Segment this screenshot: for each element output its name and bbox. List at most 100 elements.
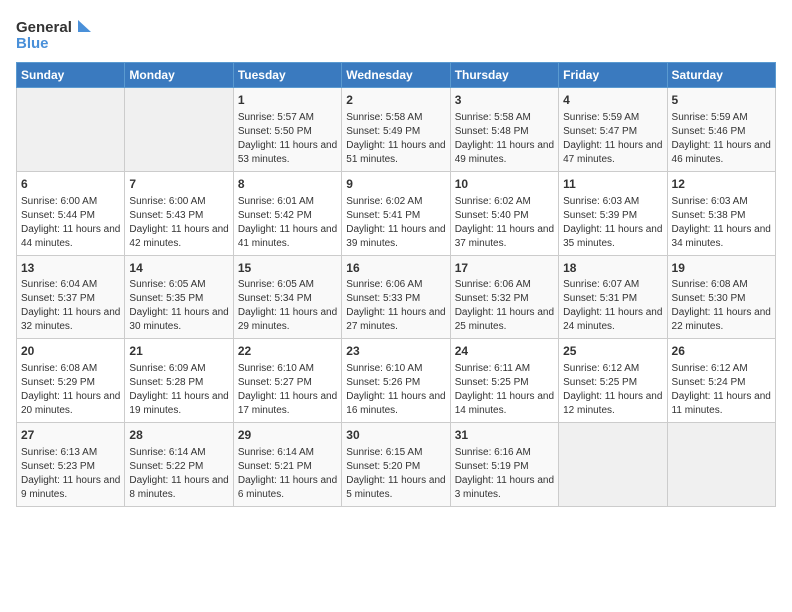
day-number: 23 bbox=[346, 343, 445, 360]
calendar-cell: 21 Sunrise: 6:09 AMSunset: 5:28 PMDayligh… bbox=[125, 339, 233, 423]
day-info: Sunrise: 6:02 AMSunset: 5:40 PMDaylight:… bbox=[455, 195, 554, 251]
week-row-4: 20 Sunrise: 6:08 AMSunset: 5:29 PMDayligh… bbox=[17, 339, 776, 423]
day-number: 3 bbox=[455, 92, 554, 109]
calendar-cell: 25 Sunrise: 6:12 AMSunset: 5:25 PMDayligh… bbox=[559, 339, 667, 423]
calendar-cell: 24Sunrise: 6:11 AMSunset: 5:25 PMDayligh… bbox=[450, 339, 558, 423]
calendar-cell: 26 Sunrise: 6:12 AMSunset: 5:24 PMDayligh… bbox=[667, 339, 775, 423]
calendar-cell: 12 Sunrise: 6:03 AMSunset: 5:38 PMDayligh… bbox=[667, 171, 775, 255]
calendar-cell: 27Sunrise: 6:13 AMSunset: 5:23 PMDayligh… bbox=[17, 423, 125, 507]
header-row: SundayMondayTuesdayWednesdayThursdayFrid… bbox=[17, 63, 776, 88]
calendar-cell: 18Sunrise: 6:07 AMSunset: 5:31 PMDayligh… bbox=[559, 255, 667, 339]
calendar-cell: 14Sunrise: 6:05 AMSunset: 5:35 PMDayligh… bbox=[125, 255, 233, 339]
day-number: 14 bbox=[129, 260, 228, 277]
calendar-cell: 29 Sunrise: 6:14 AMSunset: 5:21 PMDayligh… bbox=[233, 423, 341, 507]
day-number: 16 bbox=[346, 260, 445, 277]
day-info: Sunrise: 6:14 AMSunset: 5:22 PMDaylight:… bbox=[129, 446, 228, 502]
day-number: 25 bbox=[563, 343, 662, 360]
day-header-wednesday: Wednesday bbox=[342, 63, 450, 88]
day-number: 6 bbox=[21, 176, 120, 193]
day-number: 29 bbox=[238, 427, 337, 444]
calendar-cell: 20 Sunrise: 6:08 AMSunset: 5:29 PMDayligh… bbox=[17, 339, 125, 423]
day-info: Sunrise: 6:01 AMSunset: 5:42 PMDaylight:… bbox=[238, 195, 337, 251]
day-info: Sunrise: 6:12 AMSunset: 5:25 PMDaylight:… bbox=[563, 362, 662, 418]
day-number: 1 bbox=[238, 92, 337, 109]
day-info: Sunrise: 6:02 AMSunset: 5:41 PMDaylight:… bbox=[346, 195, 445, 251]
day-number: 24 bbox=[455, 343, 554, 360]
day-info: Sunrise: 6:06 AMSunset: 5:33 PMDaylight:… bbox=[346, 278, 445, 334]
calendar-cell bbox=[125, 88, 233, 172]
day-number: 18 bbox=[563, 260, 662, 277]
day-info: Sunrise: 6:09 AMSunset: 5:28 PMDaylight:… bbox=[129, 362, 228, 418]
day-info: Sunrise: 6:10 AMSunset: 5:27 PMDaylight:… bbox=[238, 362, 337, 418]
calendar-cell: 10Sunrise: 6:02 AMSunset: 5:40 PMDayligh… bbox=[450, 171, 558, 255]
day-header-saturday: Saturday bbox=[667, 63, 775, 88]
week-row-2: 6 Sunrise: 6:00 AMSunset: 5:44 PMDaylight… bbox=[17, 171, 776, 255]
day-number: 19 bbox=[672, 260, 771, 277]
day-number: 13 bbox=[21, 260, 120, 277]
day-info: Sunrise: 5:59 AMSunset: 5:47 PMDaylight:… bbox=[563, 111, 662, 167]
calendar-cell: 22 Sunrise: 6:10 AMSunset: 5:27 PMDayligh… bbox=[233, 339, 341, 423]
calendar-cell: 17Sunrise: 6:06 AMSunset: 5:32 PMDayligh… bbox=[450, 255, 558, 339]
calendar-cell: 6 Sunrise: 6:00 AMSunset: 5:44 PMDaylight… bbox=[17, 171, 125, 255]
day-number: 22 bbox=[238, 343, 337, 360]
day-number: 20 bbox=[21, 343, 120, 360]
day-header-monday: Monday bbox=[125, 63, 233, 88]
calendar-cell bbox=[559, 423, 667, 507]
calendar-cell: 4 Sunrise: 5:59 AMSunset: 5:47 PMDaylight… bbox=[559, 88, 667, 172]
day-info: Sunrise: 6:08 AMSunset: 5:29 PMDaylight:… bbox=[21, 362, 120, 418]
day-number: 12 bbox=[672, 176, 771, 193]
calendar-cell bbox=[17, 88, 125, 172]
day-number: 4 bbox=[563, 92, 662, 109]
day-header-tuesday: Tuesday bbox=[233, 63, 341, 88]
calendar-cell: 23Sunrise: 6:10 AMSunset: 5:26 PMDayligh… bbox=[342, 339, 450, 423]
calendar-table: SundayMondayTuesdayWednesdayThursdayFrid… bbox=[16, 62, 776, 507]
day-info: Sunrise: 6:03 AMSunset: 5:38 PMDaylight:… bbox=[672, 195, 771, 251]
day-number: 9 bbox=[346, 176, 445, 193]
day-number: 26 bbox=[672, 343, 771, 360]
day-number: 15 bbox=[238, 260, 337, 277]
logo: GeneralBlue bbox=[16, 16, 96, 52]
week-row-1: 1Sunrise: 5:57 AMSunset: 5:50 PMDaylight… bbox=[17, 88, 776, 172]
day-info: Sunrise: 5:58 AMSunset: 5:48 PMDaylight:… bbox=[455, 111, 554, 167]
day-info: Sunrise: 5:58 AMSunset: 5:49 PMDaylight:… bbox=[346, 111, 445, 167]
calendar-cell: 31Sunrise: 6:16 AMSunset: 5:19 PMDayligh… bbox=[450, 423, 558, 507]
day-info: Sunrise: 5:59 AMSunset: 5:46 PMDaylight:… bbox=[672, 111, 771, 167]
calendar-cell: 8 Sunrise: 6:01 AMSunset: 5:42 PMDaylight… bbox=[233, 171, 341, 255]
day-number: 7 bbox=[129, 176, 228, 193]
calendar-cell bbox=[667, 423, 775, 507]
logo-icon: GeneralBlue bbox=[16, 16, 96, 52]
day-number: 21 bbox=[129, 343, 228, 360]
day-number: 27 bbox=[21, 427, 120, 444]
calendar-cell: 15Sunrise: 6:05 AMSunset: 5:34 PMDayligh… bbox=[233, 255, 341, 339]
day-info: Sunrise: 6:04 AMSunset: 5:37 PMDaylight:… bbox=[21, 278, 120, 334]
calendar-cell: 5Sunrise: 5:59 AMSunset: 5:46 PMDaylight… bbox=[667, 88, 775, 172]
calendar-cell: 7 Sunrise: 6:00 AMSunset: 5:43 PMDaylight… bbox=[125, 171, 233, 255]
day-info: Sunrise: 6:14 AMSunset: 5:21 PMDaylight:… bbox=[238, 446, 337, 502]
day-number: 2 bbox=[346, 92, 445, 109]
day-number: 28 bbox=[129, 427, 228, 444]
day-info: Sunrise: 6:05 AMSunset: 5:34 PMDaylight:… bbox=[238, 278, 337, 334]
day-info: Sunrise: 6:00 AMSunset: 5:44 PMDaylight:… bbox=[21, 195, 120, 251]
week-row-5: 27Sunrise: 6:13 AMSunset: 5:23 PMDayligh… bbox=[17, 423, 776, 507]
day-header-thursday: Thursday bbox=[450, 63, 558, 88]
day-number: 11 bbox=[563, 176, 662, 193]
day-number: 8 bbox=[238, 176, 337, 193]
day-info: Sunrise: 6:05 AMSunset: 5:35 PMDaylight:… bbox=[129, 278, 228, 334]
svg-text:Blue: Blue bbox=[16, 35, 49, 52]
day-number: 30 bbox=[346, 427, 445, 444]
day-header-sunday: Sunday bbox=[17, 63, 125, 88]
calendar-cell: 1Sunrise: 5:57 AMSunset: 5:50 PMDaylight… bbox=[233, 88, 341, 172]
day-info: Sunrise: 6:00 AMSunset: 5:43 PMDaylight:… bbox=[129, 195, 228, 251]
calendar-cell: 9 Sunrise: 6:02 AMSunset: 5:41 PMDaylight… bbox=[342, 171, 450, 255]
calendar-cell: 11Sunrise: 6:03 AMSunset: 5:39 PMDayligh… bbox=[559, 171, 667, 255]
day-header-friday: Friday bbox=[559, 63, 667, 88]
day-info: Sunrise: 6:12 AMSunset: 5:24 PMDaylight:… bbox=[672, 362, 771, 418]
calendar-cell: 19Sunrise: 6:08 AMSunset: 5:30 PMDayligh… bbox=[667, 255, 775, 339]
calendar-cell: 16Sunrise: 6:06 AMSunset: 5:33 PMDayligh… bbox=[342, 255, 450, 339]
calendar-cell: 13Sunrise: 6:04 AMSunset: 5:37 PMDayligh… bbox=[17, 255, 125, 339]
calendar-cell: 28 Sunrise: 6:14 AMSunset: 5:22 PMDayligh… bbox=[125, 423, 233, 507]
week-row-3: 13Sunrise: 6:04 AMSunset: 5:37 PMDayligh… bbox=[17, 255, 776, 339]
calendar-cell: 3 Sunrise: 5:58 AMSunset: 5:48 PMDaylight… bbox=[450, 88, 558, 172]
calendar-cell: 30Sunrise: 6:15 AMSunset: 5:20 PMDayligh… bbox=[342, 423, 450, 507]
day-number: 31 bbox=[455, 427, 554, 444]
